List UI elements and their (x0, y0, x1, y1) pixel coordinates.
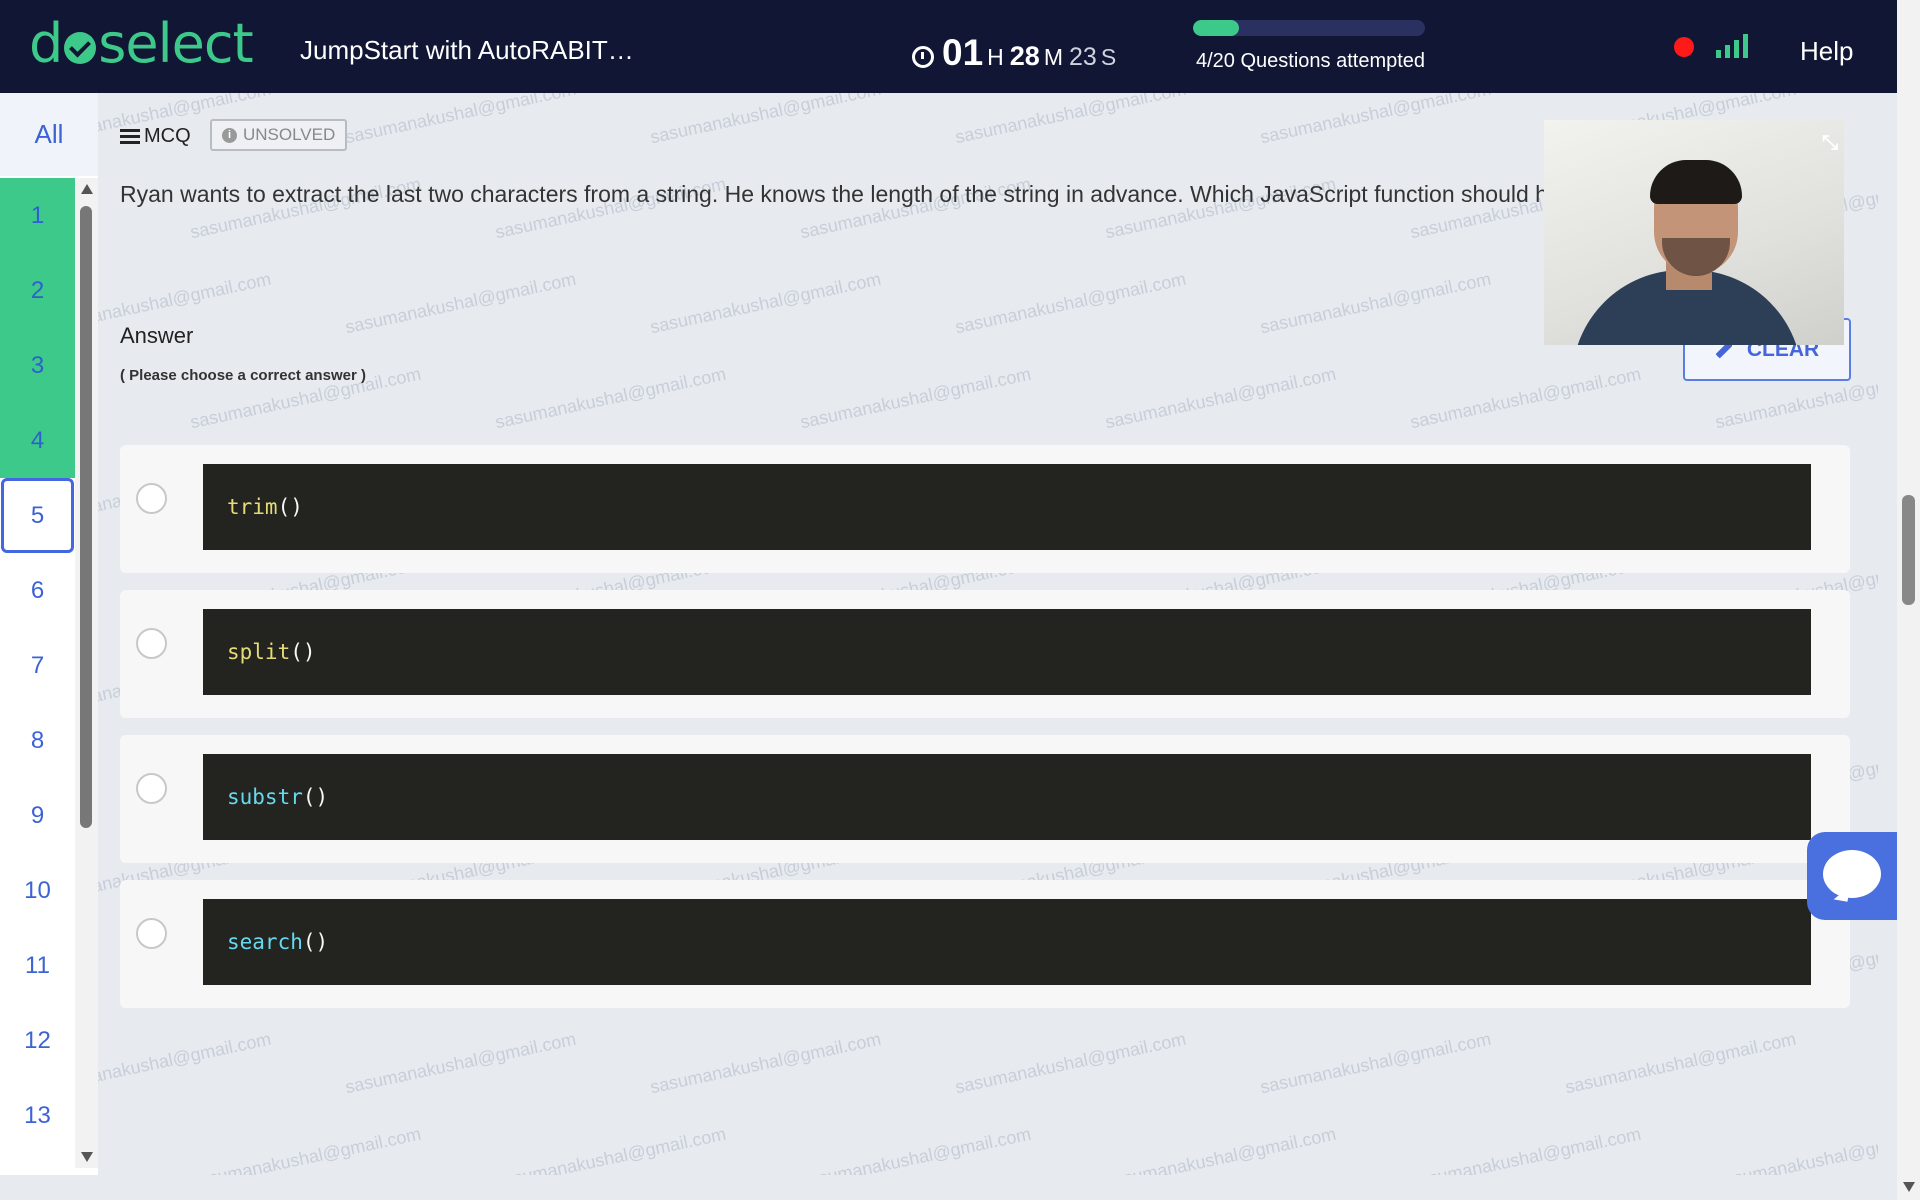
question-nav-item[interactable]: 8 (0, 703, 75, 778)
status-badge: i UNSOLVED (210, 119, 348, 151)
webcam-preview: ⤡ (1544, 120, 1844, 345)
option-function-name: search (227, 930, 303, 954)
watermark-text: sasumanakushal@gmail.com (343, 268, 578, 338)
watermark-text: sasumanakushal@gmail.com (1408, 363, 1643, 433)
option-function-name: substr (227, 785, 303, 809)
clock-icon (912, 46, 934, 68)
question-list: 1 2 3 4 5 6 7 8 9 10 11 12 13 (0, 178, 75, 1153)
watermark-text: sasumanakushal@gmail.com (1408, 1123, 1643, 1175)
watermark-text: sasumanakushal@gmail.com (648, 1028, 883, 1098)
option-function-name: trim (227, 495, 278, 519)
option-radio[interactable] (136, 628, 167, 659)
watermark-text: sasumanakushal@gmail.com (1103, 363, 1338, 433)
timer-minutes: 28 (1009, 41, 1040, 71)
watermark-text: sasumanakushal@gmail.com (188, 1123, 423, 1175)
watermark-text: sasumanakushal@gmail.com (493, 363, 728, 433)
option-code[interactable]: trim() (203, 464, 1811, 550)
signal-icon (1716, 34, 1748, 58)
option-code[interactable]: substr() (203, 754, 1811, 840)
watermark-text: sasumanakushal@gmail.com (1258, 93, 1493, 148)
watermark-text: sasumanakushal@gmail.com (493, 1123, 728, 1175)
watermark-text: sasumanakushal@gmail.com (798, 1123, 1033, 1175)
page-scrollbar[interactable] (1897, 0, 1920, 1200)
recording-dot-icon (1674, 37, 1694, 57)
question-nav-item[interactable]: 7 (0, 628, 75, 703)
option-parens: () (302, 930, 329, 954)
question-nav-item[interactable]: 12 (0, 1003, 75, 1078)
list-icon (120, 128, 140, 145)
watermark-text: sasumanakushal@gmail.com (343, 93, 578, 148)
option-function-name: split (227, 640, 291, 664)
option-code[interactable]: search() (203, 899, 1811, 985)
help-link[interactable]: Help (1800, 36, 1853, 67)
scroll-down-icon[interactable] (81, 1152, 93, 1162)
scrollbar-thumb[interactable] (80, 206, 92, 828)
sidebar-scrollbar[interactable] (75, 178, 98, 1168)
option-parens: () (302, 785, 329, 809)
watermark-text: sasumanakushal@gmail.com (1713, 1123, 1878, 1175)
watermark-text: sasumanakushal@gmail.com (953, 1028, 1188, 1098)
watermark-text: sasumanakushal@gmail.com (1103, 1123, 1338, 1175)
top-bar: d select JumpStart with AutoRABIT… 01 H 2… (0, 0, 1897, 93)
option-parens: () (277, 495, 303, 519)
question-nav-item[interactable]: 5 (1, 478, 74, 553)
progress-bar (1193, 20, 1425, 36)
answer-option[interactable]: trim() (120, 445, 1850, 573)
answer-option[interactable]: split() (120, 590, 1850, 718)
watermark-text: sasumanakushal@gmail.com (648, 93, 883, 148)
question-panel: sasumanakushal@gmail.com sasumanakushal@g… (98, 93, 1878, 1175)
question-nav-item[interactable]: 6 (0, 553, 75, 628)
progress-label: 4/20 Questions attempted (1196, 50, 1426, 72)
question-nav-item[interactable]: 9 (0, 778, 75, 853)
question-nav-item[interactable]: 11 (0, 928, 75, 1003)
timer-hours: 01 (942, 32, 984, 73)
watermark-text: sasumanakushal@gmail.com (953, 268, 1188, 338)
watermark-text: sasumanakushal@gmail.com (1258, 268, 1493, 338)
option-parens: () (290, 640, 316, 664)
question-nav-item[interactable]: 10 (0, 853, 75, 928)
question-type: MCQ (120, 125, 191, 148)
filter-all[interactable]: All (0, 93, 98, 176)
answer-option[interactable]: substr() (120, 735, 1850, 863)
scroll-up-icon[interactable] (81, 184, 93, 194)
watermark-text: sasumanakushal@gmail.com (798, 363, 1033, 433)
option-radio[interactable] (136, 483, 167, 514)
minimize-icon[interactable]: ⤡ (1822, 132, 1838, 155)
chat-button[interactable] (1807, 832, 1897, 920)
question-sidebar: All 1 2 3 4 5 6 7 8 9 10 11 12 13 (0, 93, 98, 1175)
page-scrollbar-thumb[interactable] (1902, 495, 1915, 605)
page-scroll-down-icon[interactable] (1903, 1182, 1915, 1192)
option-code[interactable]: split() (203, 609, 1811, 695)
info-icon: i (222, 127, 237, 143)
watermark-text: sasumanakushal@gmail.com (343, 1028, 578, 1098)
answer-heading: Answer (120, 323, 194, 348)
test-title: JumpStart with AutoRABIT… (300, 35, 634, 65)
watermark-text: sasumanakushal@gmail.com (648, 268, 883, 338)
answer-option[interactable]: search() (120, 880, 1850, 1008)
watermark-text: sasumanakushal@gmail.com (1258, 1028, 1493, 1098)
progress-fill (1193, 20, 1240, 36)
question-text: Ryan wants to extract the last two chara… (120, 181, 1580, 207)
watermark-text: sasumanakushal@gmail.com (953, 93, 1188, 148)
watermark-text: sasumanakushal@gmail.com (1563, 1028, 1798, 1098)
question-nav-item[interactable]: 2 (0, 253, 75, 328)
question-nav-item[interactable]: 1 (0, 178, 75, 253)
timer-seconds: 23 (1069, 43, 1097, 71)
question-nav-item[interactable]: 4 (0, 403, 75, 478)
question-nav-item[interactable]: 3 (0, 328, 75, 403)
question-nav-item[interactable]: 13 (0, 1078, 75, 1153)
option-radio[interactable] (136, 773, 167, 804)
watermark-text: sasumanakushal@gmail.com (98, 1028, 273, 1098)
option-radio[interactable] (136, 918, 167, 949)
check-circle-icon (64, 32, 97, 64)
doselect-logo: d select (29, 12, 254, 75)
answer-hint: ( Please choose a correct answer ) (120, 367, 366, 384)
countdown-timer: 01 H 28 M 23 S (912, 32, 1122, 74)
